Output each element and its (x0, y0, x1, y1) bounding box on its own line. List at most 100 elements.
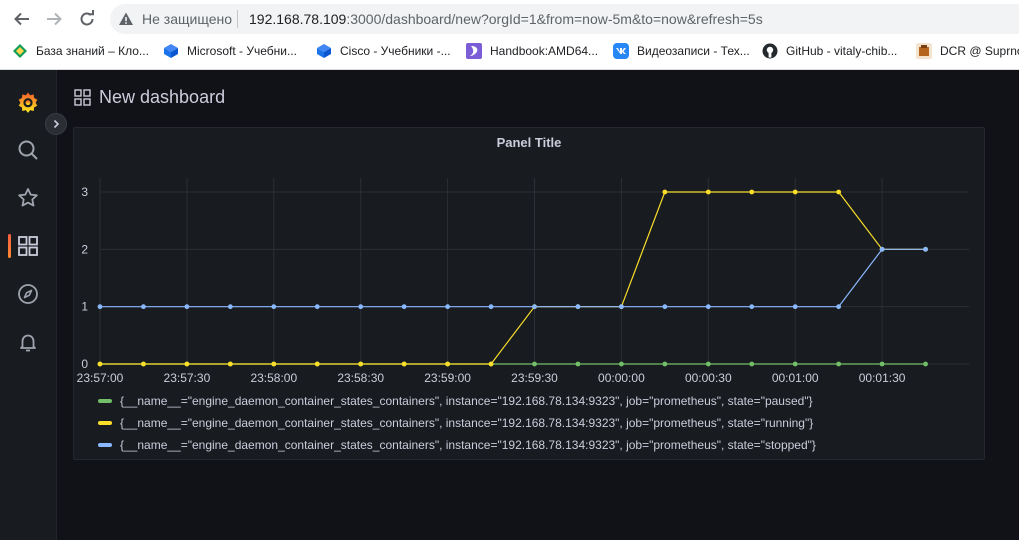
url-host: 192.168.78.109 (249, 11, 347, 27)
data-point (184, 361, 190, 367)
data-point (141, 304, 146, 310)
data-point (488, 361, 494, 367)
grafana-logo[interactable] (16, 90, 40, 114)
warning-icon (119, 12, 133, 25)
bookmark-label: Microsoft - Учебни... (187, 44, 297, 58)
legend-item[interactable]: {__name__="engine_daemon_container_state… (98, 434, 816, 456)
data-point (184, 304, 190, 310)
page-title[interactable]: New dashboard (99, 87, 225, 108)
url-path: :3000/dashboard/new?orgId=1&from=now-5m&… (346, 11, 763, 27)
nav-alerting[interactable] (16, 330, 40, 354)
arrow-right-icon (47, 12, 62, 26)
data-point (705, 304, 711, 310)
forward-button[interactable] (44, 9, 64, 29)
data-point (271, 304, 277, 310)
data-point (836, 304, 842, 310)
data-point (314, 304, 320, 310)
bookmark-microsoft[interactable]: Microsoft - Учебни... (163, 40, 297, 62)
data-point (836, 361, 842, 367)
data-point (358, 304, 364, 310)
expand-menu-button[interactable] (45, 113, 67, 135)
legend-label: {__name__="engine_daemon_container_state… (120, 416, 814, 430)
green-diamond-icon (13, 44, 27, 58)
bookmark-vk-videos[interactable]: Видеозаписи - Тех... (613, 40, 750, 62)
search-icon (18, 140, 38, 160)
bookmark-label: Cisco - Учебники -... (340, 44, 451, 58)
data-point (401, 304, 407, 310)
x-tick-label: 00:00:00 (598, 371, 645, 385)
back-button[interactable] (12, 9, 32, 29)
legend-label: {__name__="engine_daemon_container_state… (120, 438, 816, 452)
arrow-left-icon (14, 12, 29, 26)
x-tick-label: 23:57:00 (77, 371, 124, 385)
nav-active-indicator (8, 234, 11, 258)
grafana-app: New dashboard Panel Title 0 1 2 3 23:57:00 23… (0, 70, 1019, 540)
data-point (705, 361, 711, 367)
bookmark-label: GitHub - vitaly-chib... (786, 44, 898, 58)
data-point (749, 361, 755, 367)
series-line (100, 248, 926, 308)
data-point (662, 361, 668, 367)
address-separator (237, 10, 238, 28)
time-series-chart[interactable]: 0 1 2 3 23:57:00 23:57:30 23:58:00 23:58:30 23:5… (74, 128, 984, 390)
data-point (749, 304, 755, 310)
dashboards-grid-icon (18, 236, 38, 256)
side-nav (0, 70, 67, 540)
x-tick-label: 23:58:00 (250, 371, 297, 385)
github-icon (762, 43, 778, 59)
legend-item[interactable]: {__name__="engine_daemon_container_state… (98, 390, 816, 412)
url-text: 192.168.78.109:3000/dashboard/new?orgId=… (249, 11, 763, 27)
compass-icon (18, 284, 38, 304)
data-point (705, 189, 711, 195)
reload-button[interactable] (77, 9, 97, 29)
bookmarks-bar: База знаний – Кло... Microsoft - Учебни.… (0, 38, 1019, 66)
legend-label: {__name__="engine_daemon_container_state… (120, 394, 813, 408)
x-tick-label: 23:59:00 (424, 371, 471, 385)
x-tick-label: 23:59:30 (511, 371, 558, 385)
nav-explore[interactable] (16, 282, 40, 306)
nav-starred[interactable] (16, 186, 40, 210)
bookmark-label: Видеозаписи - Тех... (637, 44, 750, 58)
data-point (532, 304, 537, 310)
legend-swatch (98, 443, 112, 447)
data-point (445, 304, 450, 310)
y-tick-label: 1 (81, 300, 88, 314)
x-tick-label: 23:58:30 (337, 371, 384, 385)
star-icon (18, 188, 38, 207)
data-point (662, 189, 668, 195)
address-bar[interactable]: Не защищено 192.168.78.109:3000/dashboar… (110, 4, 1019, 34)
data-point (97, 361, 103, 367)
data-point (792, 304, 798, 310)
nav-search[interactable] (16, 138, 40, 162)
series-line (100, 191, 926, 365)
y-tick-label: 2 (81, 242, 88, 256)
y-tick-label: 3 (81, 185, 88, 199)
data-point (227, 361, 233, 367)
dashboards-grid-icon (74, 89, 91, 106)
vk-icon (613, 43, 629, 59)
cisco-cube-icon (164, 44, 178, 58)
legend-swatch (98, 421, 112, 425)
data-point (532, 361, 537, 367)
data-point (488, 304, 494, 310)
bookmark-handbook[interactable]: Handbook:AMD64... (466, 40, 598, 62)
x-tick-label: 00:00:30 (685, 371, 732, 385)
bookmark-cisco[interactable]: Cisco - Учебники -... (316, 40, 451, 62)
bookmark-label: База знаний – Кло... (36, 44, 149, 58)
cisco-cube-icon (317, 44, 331, 58)
bookmark-knowledge-base[interactable]: База знаний – Кло... (12, 40, 149, 62)
legend-item[interactable]: {__name__="engine_daemon_container_state… (98, 412, 816, 434)
bookmark-label: DCR @ Suprno (940, 44, 1019, 58)
graph-panel[interactable]: Panel Title 0 1 2 3 23:57:00 23:57:30 23:58:00… (73, 127, 985, 460)
data-point (227, 304, 233, 310)
y-tick-label: 0 (81, 357, 88, 371)
data-point (923, 361, 928, 367)
chevron-right-icon (53, 119, 60, 129)
bookmark-dcr[interactable]: DCR @ Suprno (916, 40, 1019, 62)
data-point (619, 361, 624, 367)
data-point (575, 361, 581, 367)
bookmark-github[interactable]: GitHub - vitaly-chib... (762, 40, 897, 62)
bookmark-label: Handbook:AMD64... (490, 44, 599, 58)
data-point (314, 361, 320, 367)
nav-dashboards[interactable] (16, 234, 40, 258)
